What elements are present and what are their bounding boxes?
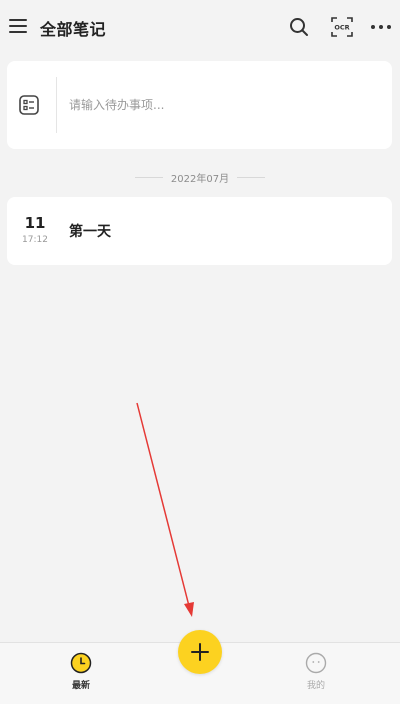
note-item[interactable]: 11 17:12 第一天	[7, 197, 392, 265]
search-icon[interactable]	[287, 15, 311, 39]
divider-line-right	[237, 176, 266, 178]
clock-icon	[70, 652, 92, 674]
ocr-label: OCR	[334, 24, 349, 32]
month-label: 2022年07月	[170, 173, 230, 185]
nav-tab-mine[interactable]: 我的	[291, 652, 341, 698]
notes-app: 全部笔记 OCR 请输入待办事项... 2022年07月 11 17:12 第一…	[0, 0, 400, 704]
add-note-button[interactable]	[178, 630, 222, 674]
checklist-icon[interactable]	[18, 94, 40, 116]
note-title: 第一天	[69, 224, 111, 240]
profile-face-icon	[305, 652, 327, 674]
plus-icon	[191, 643, 209, 661]
todo-card	[7, 61, 392, 149]
month-divider: 2022年07月	[0, 168, 400, 186]
page-title: 全部笔记	[40, 20, 107, 39]
nav-tab-latest[interactable]: 最新	[56, 652, 106, 698]
more-icon[interactable]	[369, 15, 393, 39]
nav-label-mine: 我的	[306, 681, 325, 691]
divider-line-left	[134, 176, 163, 178]
note-day: 11	[24, 214, 46, 232]
note-time: 17:12	[22, 235, 48, 245]
menu-icon[interactable]	[9, 17, 29, 35]
nav-label-latest: 最新	[71, 681, 90, 691]
todo-divider	[56, 77, 57, 133]
todo-input[interactable]	[69, 91, 369, 119]
top-bar: 全部笔记 OCR	[0, 0, 400, 54]
ocr-scan-icon[interactable]: OCR	[330, 15, 354, 39]
